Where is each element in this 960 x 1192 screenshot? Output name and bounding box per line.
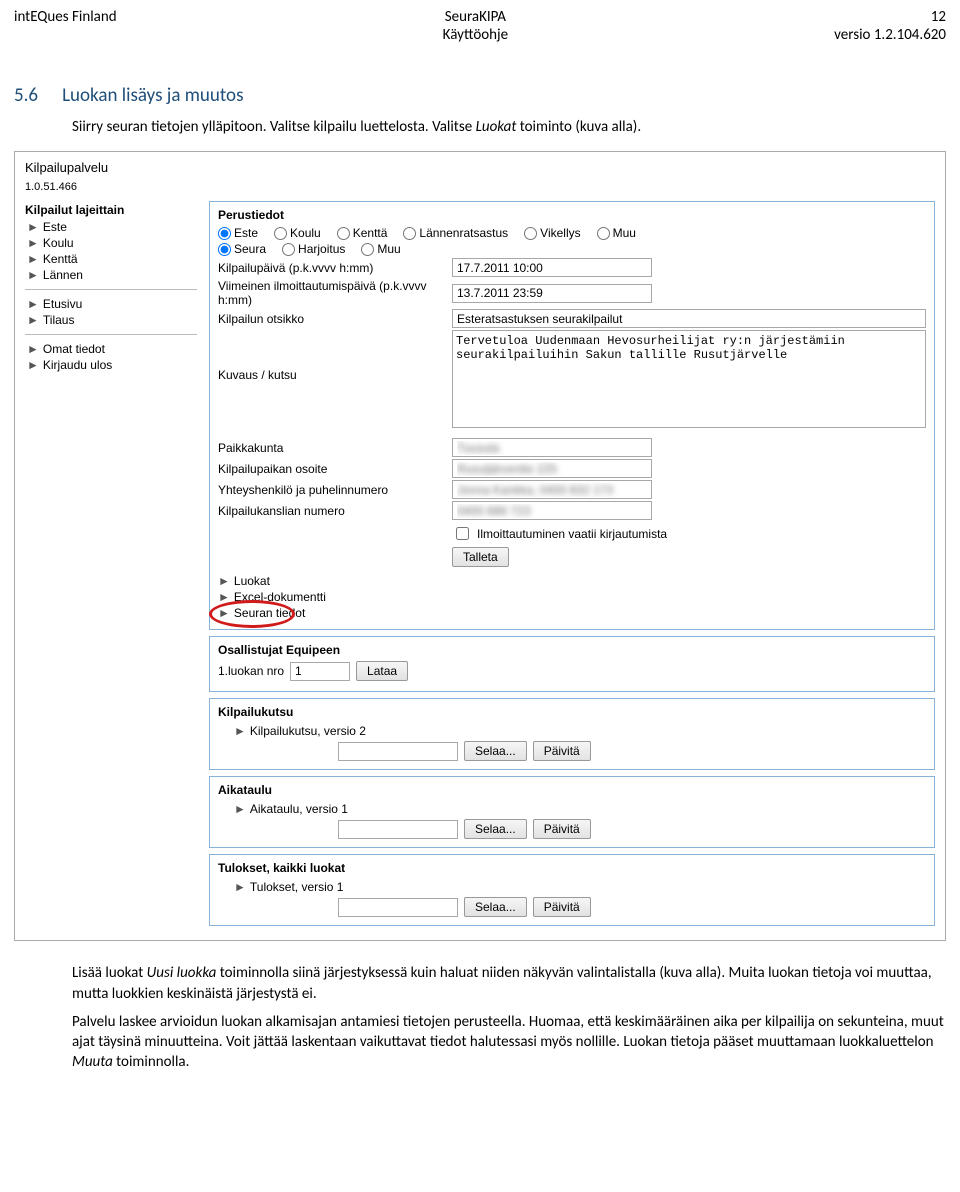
radio-lannenratsastus[interactable]: Lännenratsastus xyxy=(403,226,508,240)
aikataulu-panel: Aikataulu ►Aikataulu, versio 1 Selaa... … xyxy=(209,776,935,848)
kutsu-update-button[interactable]: Päivitä xyxy=(533,741,591,761)
addr-label: Kilpailupaikan osoite xyxy=(218,462,446,476)
lastreg-label: Viimeinen ilmoittautumispäivä (p.k.vvvv … xyxy=(218,279,446,307)
page-header: intEQues Finland SeuraKIPA Käyttöohje 12… xyxy=(0,0,960,46)
tulokset-update-button[interactable]: Päivitä xyxy=(533,897,591,917)
radio-kentta[interactable]: Kenttä xyxy=(337,226,388,240)
contact-label: Yhteyshenkilö ja puhelinnumero xyxy=(218,483,446,497)
sidebar-item-koulu[interactable]: ►Koulu xyxy=(25,235,197,251)
header-center-top: SeuraKIPA xyxy=(445,8,506,26)
equipe-panel: Osallistujat Equipeen 1.luokan nro Lataa xyxy=(209,636,935,692)
chevron-right-icon: ► xyxy=(27,342,39,356)
header-version: versio 1.2.104.620 xyxy=(834,26,946,44)
city-label: Paikkakunta xyxy=(218,441,446,455)
link-seuran-tiedot[interactable]: ►Seuran tiedot xyxy=(218,605,926,621)
radio-seura[interactable]: Seura xyxy=(218,242,266,256)
office-label: Kilpailukanslian numero xyxy=(218,504,446,518)
link-excel[interactable]: ►Excel-dokumentti xyxy=(218,589,926,605)
intro-paragraph: Siirry seuran tietojen ylläpitoon. Valit… xyxy=(72,117,946,137)
radio-koulu[interactable]: Koulu xyxy=(274,226,321,240)
date-label: Kilpailupäivä (p.k.vvvv h:mm) xyxy=(218,261,446,275)
aikataulu-link[interactable]: ►Aikataulu, versio 1 xyxy=(218,801,926,817)
service-version: 1.0.51.466 xyxy=(25,181,935,193)
main-column: Perustiedot Este Koulu Kenttä Lännenrats… xyxy=(209,201,935,932)
chevron-right-icon: ► xyxy=(27,313,39,327)
header-left: intEQues Finland xyxy=(14,8,117,44)
sidebar-item-lannen[interactable]: ►Lännen xyxy=(25,267,197,283)
paragraph-2: Lisää luokat Uusi luokka toiminnolla sii… xyxy=(72,963,946,1004)
org-radio-group: Seura Harjoitus Muu xyxy=(218,242,926,256)
basic-info-panel: Perustiedot Este Koulu Kenttä Lännenrats… xyxy=(209,201,935,630)
aikataulu-browse-button[interactable]: Selaa... xyxy=(464,819,527,839)
chevron-right-icon: ► xyxy=(27,297,39,311)
tulokset-file-input[interactable] xyxy=(338,898,458,917)
lastreg-input[interactable] xyxy=(452,284,652,303)
sidebar-item-etusivu[interactable]: ►Etusivu xyxy=(25,296,197,312)
chevron-right-icon: ► xyxy=(218,606,230,620)
chevron-right-icon: ► xyxy=(27,252,39,266)
paragraph-3: Palvelu laskee arvioidun luokan alkamisa… xyxy=(72,1012,946,1073)
aikataulu-title: Aikataulu xyxy=(218,783,926,797)
section-heading: 5.6 Luokan lisäys ja muutos xyxy=(14,84,946,107)
kutsu-browse-button[interactable]: Selaa... xyxy=(464,741,527,761)
city-input[interactable] xyxy=(452,438,652,457)
sidebar-item-este[interactable]: ►Este xyxy=(25,219,197,235)
heading-title: Luokan lisäys ja muutos xyxy=(62,84,243,107)
sidebar-item-omat-tiedot[interactable]: ►Omat tiedot xyxy=(25,341,197,357)
equipe-title: Osallistujat Equipeen xyxy=(218,643,926,657)
link-luokat[interactable]: ►Luokat xyxy=(218,573,926,589)
tulokset-panel: Tulokset, kaikki luokat ►Tulokset, versi… xyxy=(209,854,935,926)
sidebar-item-kentta[interactable]: ►Kenttä xyxy=(25,251,197,267)
type-radio-group: Este Koulu Kenttä Lännenratsastus Vikell… xyxy=(218,226,926,240)
contact-input[interactable] xyxy=(452,480,652,499)
chevron-right-icon: ► xyxy=(27,236,39,250)
desc-label: Kuvaus / kutsu xyxy=(218,330,446,382)
header-center-bottom: Käyttöohje xyxy=(443,26,508,44)
tulokset-browse-button[interactable]: Selaa... xyxy=(464,897,527,917)
chevron-right-icon: ► xyxy=(218,590,230,604)
addr-input[interactable] xyxy=(452,459,652,478)
save-button[interactable]: Talleta xyxy=(452,547,509,567)
radio-org-muu[interactable]: Muu xyxy=(361,242,400,256)
description-textarea[interactable] xyxy=(452,330,926,428)
radio-muu[interactable]: Muu xyxy=(597,226,636,240)
sidebar-item-tilaus[interactable]: ►Tilaus xyxy=(25,312,197,328)
tulokset-link[interactable]: ►Tulokset, versio 1 xyxy=(218,879,926,895)
equipe-load-button[interactable]: Lataa xyxy=(356,661,408,681)
heading-number: 5.6 xyxy=(14,84,38,107)
kutsu-link[interactable]: ►Kilpailukutsu, versio 2 xyxy=(218,723,926,739)
kutsu-panel: Kilpailukutsu ►Kilpailukutsu, versio 2 S… xyxy=(209,698,935,770)
title-input[interactable] xyxy=(452,309,926,328)
chevron-right-icon: ► xyxy=(27,358,39,372)
radio-vikellys[interactable]: Vikellys xyxy=(524,226,580,240)
chevron-right-icon: ► xyxy=(234,724,246,738)
aikataulu-update-button[interactable]: Päivitä xyxy=(533,819,591,839)
office-input[interactable] xyxy=(452,501,652,520)
sidebar-group-title: Kilpailut lajeittain xyxy=(25,203,197,217)
login-required-checkbox[interactable] xyxy=(456,527,469,540)
chevron-right-icon: ► xyxy=(218,574,230,588)
equipe-class-input[interactable] xyxy=(290,662,350,681)
basic-info-title: Perustiedot xyxy=(218,208,926,222)
radio-este[interactable]: Este xyxy=(218,226,258,240)
page-number: 12 xyxy=(931,8,946,26)
title-label: Kilpailun otsikko xyxy=(218,312,446,326)
screenshot-panel: Kilpailupalvelu 1.0.51.466 Kilpailut laj… xyxy=(14,151,946,941)
sidebar: Kilpailut lajeittain ►Este ►Koulu ►Kentt… xyxy=(25,201,197,932)
kutsu-title: Kilpailukutsu xyxy=(218,705,926,719)
aikataulu-file-input[interactable] xyxy=(338,820,458,839)
kutsu-file-input[interactable] xyxy=(338,742,458,761)
equipe-class-label: 1.luokan nro xyxy=(218,664,284,678)
tulokset-title: Tulokset, kaikki luokat xyxy=(218,861,926,875)
login-required-label: Ilmoittautuminen vaatii kirjautumista xyxy=(477,527,667,541)
radio-harjoitus[interactable]: Harjoitus xyxy=(282,242,345,256)
chevron-right-icon: ► xyxy=(234,880,246,894)
chevron-right-icon: ► xyxy=(27,220,39,234)
chevron-right-icon: ► xyxy=(27,268,39,282)
sidebar-item-kirjaudu-ulos[interactable]: ►Kirjaudu ulos xyxy=(25,357,197,373)
chevron-right-icon: ► xyxy=(234,802,246,816)
service-title: Kilpailupalvelu xyxy=(25,160,935,175)
date-input[interactable] xyxy=(452,258,652,277)
